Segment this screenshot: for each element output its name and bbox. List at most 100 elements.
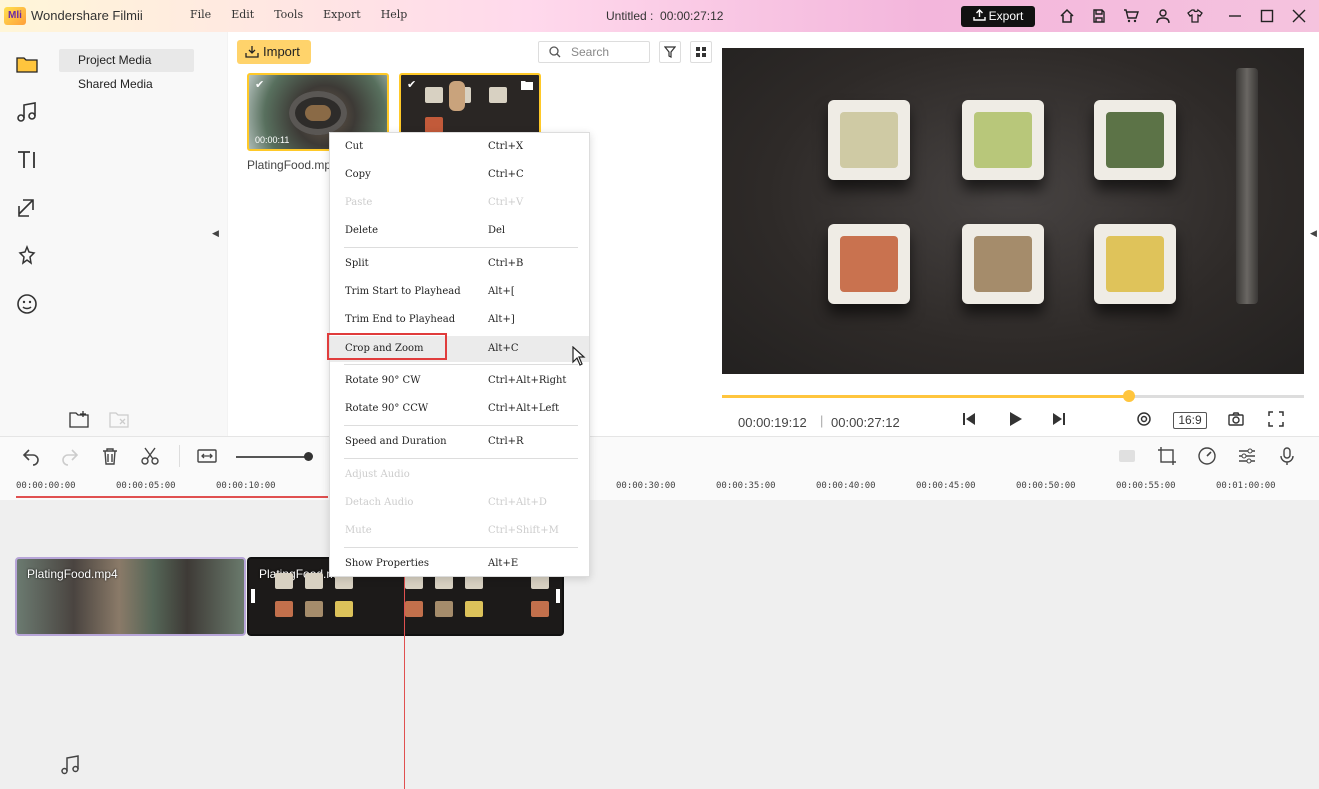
menu-file[interactable]: File [190, 8, 211, 21]
collapse-left-icon[interactable]: ◀ [212, 228, 219, 239]
check-icon[interactable]: ✔ [255, 79, 268, 92]
preview-progress-bar[interactable] [722, 390, 1304, 402]
bowl-image [531, 601, 549, 617]
titles-icon[interactable] [15, 148, 39, 172]
menu-item-rotate-ccw[interactable]: Rotate 90° CCW Ctrl+Alt+Left [330, 398, 589, 420]
filter-button[interactable] [659, 41, 681, 63]
menu-separator [344, 247, 578, 248]
zoom-slider-handle[interactable] [304, 452, 313, 461]
undo-icon[interactable] [21, 446, 41, 466]
search-icon [549, 46, 561, 58]
menu-item-label: Detach Audio [345, 497, 414, 508]
export-button[interactable]: Export [961, 6, 1035, 27]
collapse-right-icon[interactable]: ◀ [1310, 228, 1317, 239]
menu-help[interactable]: Help [381, 8, 408, 21]
menu-item-split[interactable]: Split Ctrl+B [330, 253, 589, 275]
effects-icon[interactable] [15, 244, 39, 268]
speed-icon[interactable] [1197, 446, 1217, 466]
menu-item-label: Trim Start to Playhead [345, 286, 461, 297]
transitions-icon[interactable] [15, 196, 39, 220]
aspect-ratio-button[interactable]: 16:9 [1173, 412, 1207, 429]
menu-item-label: Rotate 90° CW [345, 375, 421, 386]
fullscreen-icon[interactable] [1267, 410, 1285, 428]
menu-item-label: Paste [345, 197, 373, 208]
clip-trim-handle-left[interactable] [251, 589, 255, 603]
play-icon[interactable] [1006, 410, 1024, 428]
menu-item-delete[interactable]: Delete Del [330, 220, 589, 242]
elements-icon[interactable] [15, 292, 39, 316]
bowl-image [1094, 224, 1176, 304]
highlight-box [327, 333, 447, 360]
cart-icon[interactable] [1123, 8, 1139, 24]
menu-tools[interactable]: Tools [274, 8, 303, 21]
bowl-image [962, 100, 1044, 180]
timeline-track-area [0, 500, 1319, 789]
media-folder-icon[interactable] [15, 52, 39, 76]
ruler-tick: 00:00:40:00 [816, 481, 876, 491]
menu-item-trim-end[interactable]: Trim End to Playhead Alt+] [330, 309, 589, 331]
check-icon[interactable]: ✔ [407, 79, 420, 92]
minimize-icon[interactable] [1227, 8, 1243, 24]
delete-icon[interactable] [100, 446, 120, 466]
menu-item-shortcut: Ctrl+Alt+D [488, 497, 547, 508]
render-icon[interactable] [1135, 410, 1153, 428]
menu-item-shortcut: Ctrl+R [488, 436, 524, 447]
bowl-image [335, 601, 353, 617]
shirt-icon[interactable] [1187, 8, 1203, 24]
save-icon[interactable] [1091, 8, 1107, 24]
menu-item-show-properties[interactable]: Show Properties Alt+E [330, 553, 589, 575]
crop-icon[interactable] [1157, 446, 1177, 466]
import-button[interactable]: Import [237, 40, 311, 64]
next-frame-icon[interactable] [1050, 410, 1068, 428]
category-project-media[interactable]: Project Media [59, 49, 194, 72]
search-input[interactable]: Search [538, 41, 650, 63]
import-label: Import [263, 44, 300, 59]
previous-frame-icon[interactable] [960, 410, 978, 428]
microphone-icon[interactable] [1277, 446, 1297, 466]
fit-timeline-icon[interactable] [197, 446, 217, 466]
adjust-icon[interactable] [1237, 446, 1257, 466]
menu-item-label: Speed and Duration [345, 436, 447, 447]
menu-item-speed-duration[interactable]: Speed and Duration Ctrl+R [330, 431, 589, 453]
menu-item-label: Trim End to Playhead [345, 314, 456, 325]
menu-item-shortcut: Alt+] [488, 314, 515, 325]
ruler-tick: 00:00:05:00 [116, 481, 176, 491]
ruler-tick: 00:00:35:00 [716, 481, 776, 491]
close-icon[interactable] [1291, 8, 1307, 24]
menu-item-label: Rotate 90° CCW [345, 403, 429, 414]
menu-item-shortcut: Ctrl+Alt+Right [488, 375, 567, 386]
menu-item-cut[interactable]: Cut Ctrl+X [330, 136, 589, 158]
timeline-clip-1[interactable]: PlatingFood.mp4 [15, 557, 246, 636]
ruler-tick: 00:00:50:00 [1016, 481, 1076, 491]
menu-item-trim-start[interactable]: Trim Start to Playhead Alt+[ [330, 281, 589, 303]
bowl-image [435, 601, 453, 617]
app-name: Wondershare Filmii [31, 8, 143, 23]
zoom-slider[interactable] [236, 456, 308, 458]
scissors-icon[interactable] [140, 446, 160, 466]
menu-export[interactable]: Export [323, 8, 361, 21]
menu-item-label: Split [345, 258, 369, 269]
progress-handle[interactable] [1123, 390, 1136, 402]
home-icon[interactable] [1059, 8, 1075, 24]
clip-trim-handle-right[interactable] [556, 589, 560, 603]
total-time: 00:00:27:12 [831, 415, 900, 430]
audio-icon[interactable] [15, 100, 39, 124]
grid-view-button[interactable] [690, 41, 712, 63]
menu-item-copy[interactable]: Copy Ctrl+C [330, 164, 589, 186]
bowl-image [489, 87, 507, 103]
maximize-icon[interactable] [1259, 8, 1275, 24]
menu-separator [344, 425, 578, 426]
folder-badge-icon [521, 81, 533, 90]
account-icon[interactable] [1155, 8, 1171, 24]
bowl-image [305, 601, 323, 617]
toolbar-divider [179, 445, 180, 467]
menu-edit[interactable]: Edit [231, 8, 254, 21]
menu-item-mute: Mute Ctrl+Shift+M [330, 520, 589, 542]
clip-duration: 00:00:11 [255, 135, 290, 145]
grater-image [1236, 68, 1258, 304]
menu-item-rotate-cw[interactable]: Rotate 90° CW Ctrl+Alt+Right [330, 370, 589, 392]
add-folder-icon[interactable] [69, 410, 89, 428]
category-shared-media[interactable]: Shared Media [59, 73, 194, 96]
snapshot-icon[interactable] [1227, 410, 1245, 428]
ruler-tick: 00:00:30:00 [616, 481, 676, 491]
